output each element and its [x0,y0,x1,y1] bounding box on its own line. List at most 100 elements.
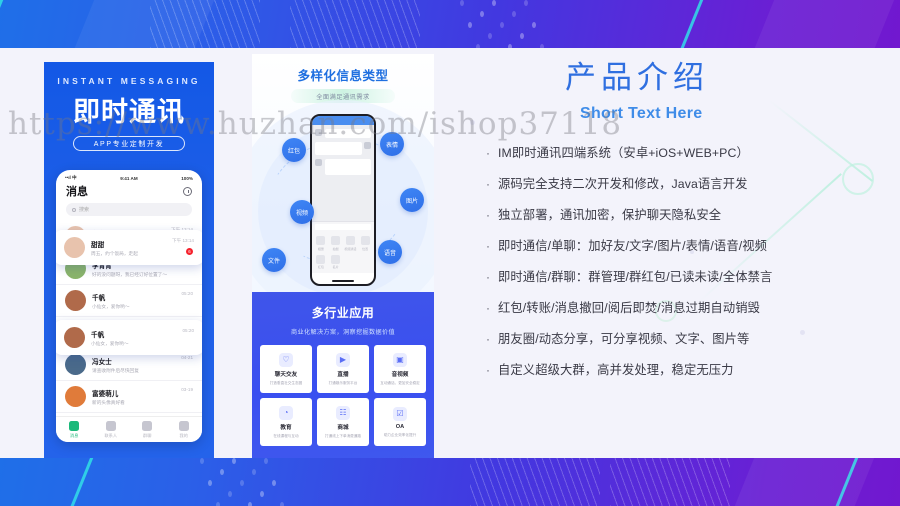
attachment-icon [316,254,326,264]
chat-time: 05:20 [182,328,195,333]
left-card-eyebrow: INSTANT MESSAGING [57,76,201,86]
avatar [64,237,85,258]
industry-tile-直播[interactable]: ▶ 直播打通娱乐服务平台 [317,345,369,393]
industry-applications-section: 多行业应用 商业化解决方案，洞察挖掘数据价值 ♡ 聊天交友 打造垂直社交生态圈 ▶ 直播… [252,292,434,460]
floating-chat-card[interactable]: 甜甜 周五，约个饭局，走起 下午 13:14 6 [56,230,202,265]
phone-mockup-conversation: 相册 拍摄 视频通话 位置红包 名片 [310,114,376,286]
industry-tile-聊天交友[interactable]: ♡ 聊天交友 打造垂直社交生态圈 [260,345,312,393]
floating-chat-card[interactable]: 千帆 小仙女，爱你哟～ 05:20 [56,320,202,355]
left-promo-card: INSTANT MESSAGING 即时通讯 APP专业定制开发 ••ıl 中 … [44,62,214,460]
phone-search-bar[interactable]: 搜索 [66,203,192,216]
chat-message: 好的没问题呀，我已经订好位置了～ [92,271,168,277]
bubble-biaoqing: 表情 [380,132,404,156]
phone-header: 消息 [56,182,202,203]
chat-time: 04-21 [181,355,193,360]
tile-desc: 打通线上下单消费通路 [325,433,361,438]
feature-bullet: · 红包/转账/消息撤回/阅后即焚/消息过期自动销毁 [486,301,880,315]
tile-label: OA [395,423,405,430]
bubble-tupian: 图片 [400,188,424,212]
message-input[interactable] [312,221,374,232]
live-icon: ▶ [336,352,350,367]
chat-message: 小仙女，爱你哟～ [91,340,129,346]
tile-desc: 打造垂直社交生态圈 [269,380,303,385]
tile-label: 音视频 [391,371,409,378]
attachment-label: 拍摄 [332,246,339,251]
chat-name: 千帆 [91,331,105,339]
conversation-body [312,125,374,221]
oa-icon: ☑ [393,406,407,421]
status-battery: 100% [181,175,193,181]
feature-bullet: · 源码完全支持二次开发和修改，Java语言开发 [486,177,880,191]
attachment-label: 视频通话 [344,246,357,251]
industry-tile-商城[interactable]: ☷ 商城 打通线上下单消费通路 [317,398,369,446]
industry-tile-音视频[interactable]: ▣ 音视频 互动通话，更加安全稳定 [374,345,426,393]
slide-root: INSTANT MESSAGING 即时通讯 APP专业定制开发 ••ıl 中 … [0,0,900,506]
bullet-marker: · [486,208,490,222]
profile-icon [178,420,189,431]
contacts-icon [105,420,116,431]
chat-row[interactable]: 千帆 小仙女，爱你哟～ 05:20 [56,324,202,351]
industry-tile-OA[interactable]: ☑ OA 助力企业效率化提升 [374,398,426,446]
attachment-红包[interactable]: 红包 [314,254,328,269]
left-card-tagline: APP专业定制开发 [73,136,185,151]
attachment-相册[interactable]: 相册 [314,236,328,251]
attachment-视频通话[interactable]: 视频通话 [344,236,358,251]
chat-time: 下午 13:14 [172,238,194,243]
middle-feature-card: 多样化信息类型 全面满足通讯需求 相册 拍摄 视频通话 位置 红包 名片 红包 视频 文件… [252,54,434,460]
bullet-text: 红包/转账/消息撤回/阅后即焚/消息过期自动销毁 [498,301,761,315]
feature-bullet: · 朋友圈/动态分享，可分享视频、文字、图片等 [486,332,880,346]
message-types-section: 多样化信息类型 全面满足通讯需求 相册 拍摄 视频通话 位置 红包 名片 红包 视频 文件… [252,54,434,292]
bullet-text: 源码完全支持二次开发和修改，Java语言开发 [498,177,748,191]
dot-grid-top [460,0,580,48]
avatar [315,129,322,136]
chat-row[interactable]: 千帆 小仙女，爱你哟～ 05:20 [56,285,202,317]
chat-time: 05:20 [181,291,194,296]
tile-desc: 打通娱乐服务平台 [328,380,358,385]
feature-bullet: · 即时通信/单聊：加好友/文字/图片/表情/语音/视频 [486,239,880,253]
chat-row[interactable]: 富婆萌儿 新的头像真好看 03-19 [56,381,202,413]
attachment-名片[interactable]: 名片 [329,254,343,269]
bullet-marker: · [486,146,490,160]
bullet-marker: · [486,239,490,253]
chat-time: 03-19 [181,387,193,392]
chat-message: 新的头像真好看 [92,399,125,405]
chat-row[interactable]: 甜甜 周五，约个饭局，走起 下午 13:14 6 [56,234,202,261]
attachment-拍摄[interactable]: 拍摄 [329,236,343,251]
avatar [315,159,322,166]
phone-tab-bar: 消息 联系人 群聊 我的 [56,416,202,442]
industry-tile-grid: ♡ 聊天交友 打造垂直社交生态圈 ▶ 直播 打通娱乐服务平台 ▣ 音视频 互动通话，更加安全稳定… [260,345,426,446]
unread-badge: 6 [186,248,193,255]
industry-subtitle: 商业化解决方案，洞察挖掘数据价值 [291,329,395,336]
clock-icon[interactable] [183,186,192,196]
top-decoration-band [0,0,900,48]
phone-tab-profile[interactable]: 我的 [166,417,203,442]
feature-bullet: · 自定义超级大群，高并发处理，稳定无压力 [486,363,880,377]
feature-bullet: · 即时通信/群聊：群管理/群红包/已读未读/全体禁言 [486,270,880,284]
phone-status-bar: ••ıl 中 9:41 AM 100% [56,170,202,182]
bullet-text: 独立部署，通讯加密，保护聊天隐私安全 [498,208,722,222]
tile-label: 聊天交友 [274,371,298,378]
attachment-位置[interactable]: 位置 [358,236,372,251]
tile-desc: 在线课程与互动 [273,433,299,438]
phone-tab-contacts[interactable]: 联系人 [93,417,130,442]
page-subtitle: Short Text Here [580,105,703,122]
attachment-label: 位置 [362,246,369,251]
search-icon [72,207,76,212]
bullet-marker: · [486,332,490,346]
chat-icon [69,420,80,431]
tile-label: 直播 [337,371,349,378]
bullet-text: 即时通信/单聊：加好友/文字/图片/表情/语音/视频 [498,239,768,253]
bottom-decoration-band [0,458,900,506]
message-bubble [315,159,371,175]
tab-label: 我的 [179,432,188,438]
industry-tile-教育[interactable]: ◔ 教育 在线课程与互动 [260,398,312,446]
right-text-column: 产品介绍 Short Text Here · IM即时通讯四端系统（安卓+iOS+… [470,52,880,394]
status-signal: ••ıl 中 [65,175,77,180]
attachment-grid: 相册 拍摄 视频通话 位置红包 名片 [312,232,374,273]
phone-tab-chat[interactable]: 消息 [56,417,93,442]
phone-tab-group[interactable]: 群聊 [129,417,166,442]
attachment-icon [345,236,355,245]
chat-name: 富婆萌儿 [92,390,119,398]
bullet-marker: · [486,301,490,315]
avatar [65,386,86,407]
